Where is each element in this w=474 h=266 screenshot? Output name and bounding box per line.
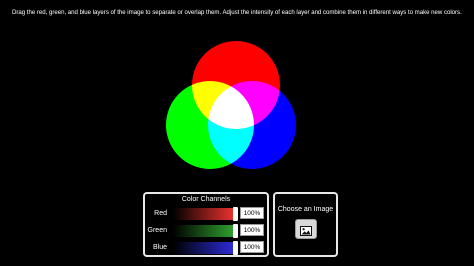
color-channels-title: Color Channels (181, 196, 231, 203)
channel-label-red: Red (154, 210, 167, 217)
blue-slider-track (173, 242, 233, 254)
channel-row-green: Green (145, 224, 267, 238)
choose-image-button[interactable] (295, 219, 317, 239)
page: Drag the red, green, and blue layers of … (0, 0, 474, 266)
choose-image-title: Choose an Image (277, 206, 334, 213)
blue-circle[interactable] (208, 81, 296, 169)
red-intensity-slider[interactable] (173, 207, 238, 221)
red-slider-thumb[interactable] (233, 207, 238, 221)
red-value-field[interactable] (240, 207, 264, 219)
blue-intensity-slider[interactable] (173, 241, 238, 255)
green-slider-track (173, 225, 233, 237)
image-icon (300, 225, 312, 236)
green-value-field[interactable] (240, 224, 264, 236)
channel-row-red: Red (145, 207, 267, 221)
rgb-venn-diagram[interactable] (0, 0, 474, 190)
channel-label-green: Green (147, 227, 167, 234)
blue-slider-thumb[interactable] (233, 241, 238, 255)
color-channels-panel: Color Channels Red Green Blue (143, 192, 269, 257)
red-slider-track (173, 208, 233, 220)
channel-label-blue: Blue (152, 244, 167, 251)
blue-value-field[interactable] (240, 241, 264, 253)
green-intensity-slider[interactable] (173, 224, 238, 238)
choose-image-panel: Choose an Image (273, 192, 338, 257)
green-slider-thumb[interactable] (233, 224, 238, 238)
channel-row-blue: Blue (145, 241, 267, 255)
